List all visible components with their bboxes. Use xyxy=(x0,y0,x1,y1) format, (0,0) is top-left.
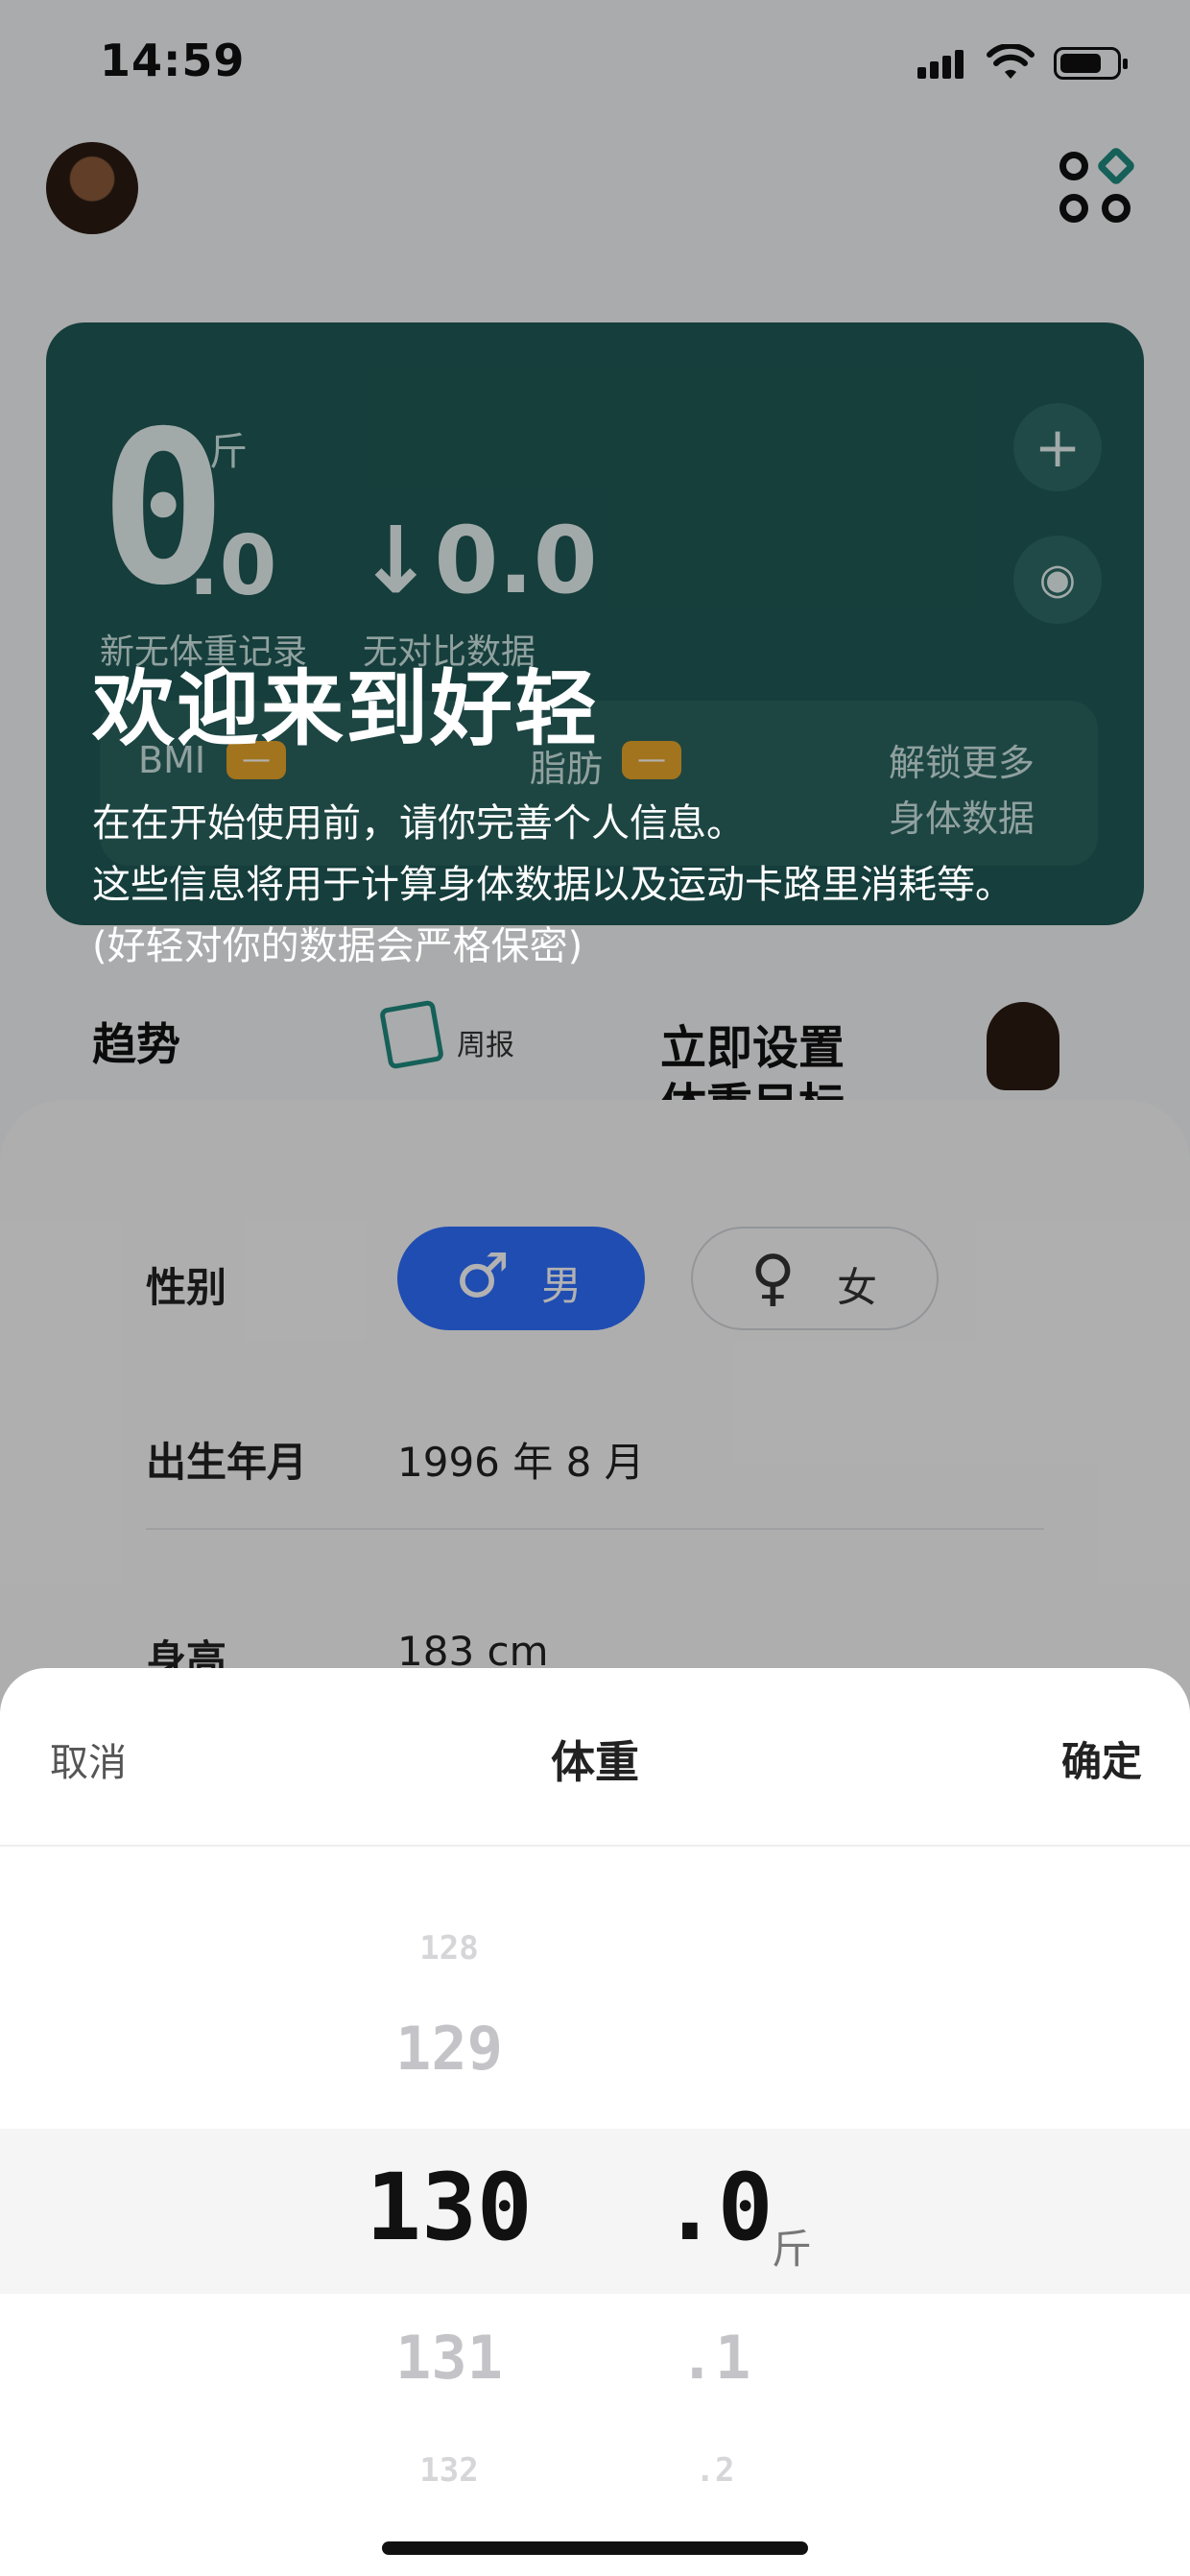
home-indicator[interactable] xyxy=(382,2541,808,2555)
welcome-line1: 在在开始使用前，请你完善个人信息。 xyxy=(92,801,745,846)
welcome-line2: 这些信息将用于计算身体数据以及运动卡路里消耗等。 xyxy=(92,863,1013,907)
picker-int-option[interactable]: 131 xyxy=(353,2323,545,2393)
weight-picker-sheet: 取消 体重 确定 128 129 130 131 132 .0 .1 .2 斤 xyxy=(0,1668,1190,2576)
picker-int-option[interactable]: 129 xyxy=(353,2014,545,2084)
welcome-title: 欢迎来到好轻 xyxy=(92,661,599,757)
picker-unit: 斤 xyxy=(772,2226,813,2273)
picker-selection-band xyxy=(0,2129,1190,2294)
picker-int-option[interactable]: 128 xyxy=(353,1929,545,1968)
picker-dec-option[interactable]: .2 xyxy=(662,2451,768,2490)
welcome-description: 在在开始使用前，请你完善个人信息。 这些信息将用于计算身体数据以及运动卡路里消耗… xyxy=(92,793,1013,977)
picker-dec-selected[interactable]: .0 xyxy=(662,2154,774,2261)
welcome-line3: (好轻对你的数据会严格保密) xyxy=(92,924,583,968)
picker-header: 取消 体重 确定 xyxy=(0,1668,1190,1847)
picker-int-selected[interactable]: 130 xyxy=(353,2154,545,2261)
picker-dec-option[interactable]: .1 xyxy=(662,2323,768,2393)
confirm-button[interactable]: 确定 xyxy=(1061,1729,1142,1788)
picker-title: 体重 xyxy=(551,1736,639,1788)
picker-int-option[interactable]: 132 xyxy=(353,2451,545,2490)
